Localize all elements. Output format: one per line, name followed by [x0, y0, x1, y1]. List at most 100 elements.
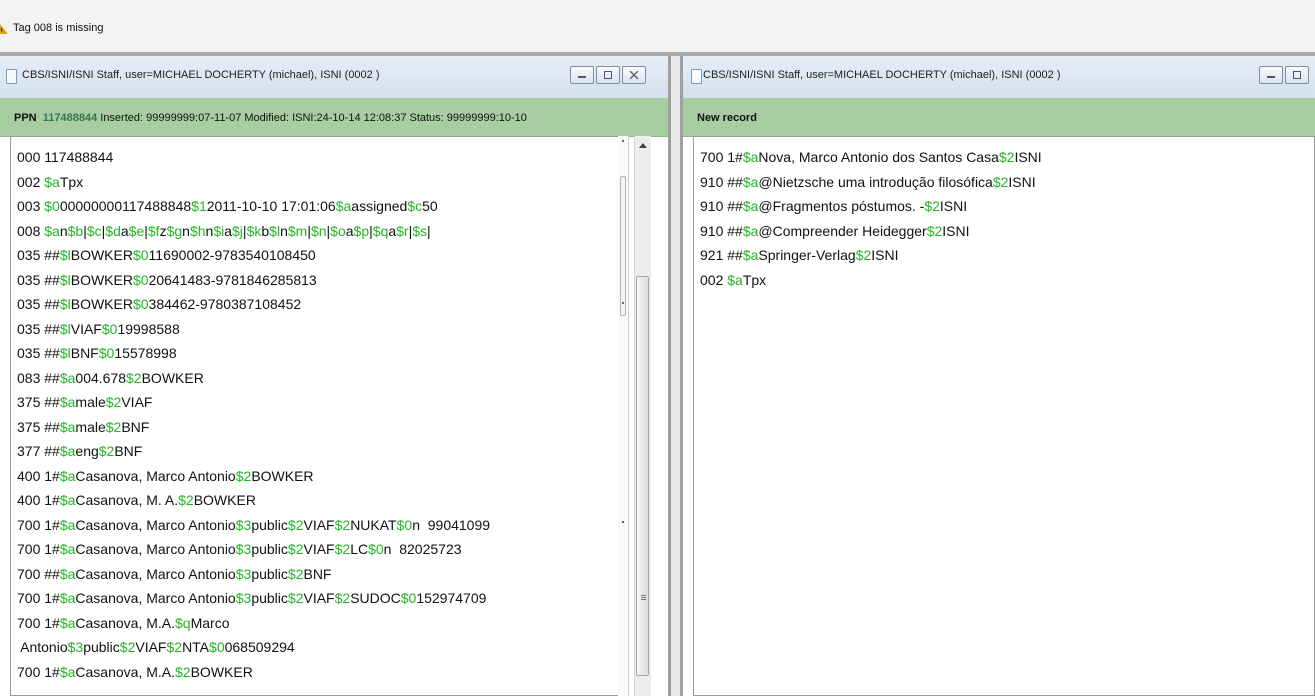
- right-titlebar[interactable]: CBS/ISNI/ISNI Staff, user=MICHAEL DOCHER…: [683, 56, 1315, 99]
- scroll-marker: [622, 521, 624, 523]
- record-line[interactable]: 377 ##$aeng$2BNF: [17, 439, 490, 464]
- record-line[interactable]: 700 1#$aNova, Marco Antonio dos Santos C…: [700, 145, 1042, 170]
- field-text: public: [251, 590, 288, 606]
- field-text: BOWKER: [70, 296, 133, 312]
- field-text: 400 1#: [17, 467, 60, 484]
- new-record-label: New record: [697, 112, 757, 124]
- field-text: public: [251, 541, 288, 557]
- subfield-code: $3: [235, 541, 252, 557]
- subfield-code: $2: [126, 369, 142, 386]
- record-line[interactable]: 035 ##$lBOWKER$0384462-9780387108452: [17, 292, 490, 317]
- subfield-code: $a: [742, 173, 759, 190]
- maximize-icon: [1293, 71, 1301, 79]
- record-line[interactable]: 035 ##$lBNF$015578998: [17, 341, 490, 366]
- subfield-code: $f: [147, 222, 160, 239]
- field-text: 700 1#: [17, 590, 60, 606]
- editor-scrollbar[interactable]: [618, 136, 629, 696]
- record-line[interactable]: 035 ##$lBOWKER$011690002-9783540108450: [17, 243, 490, 268]
- grip-icon: [641, 595, 646, 596]
- subfield-code: $2: [98, 443, 115, 459]
- record-line[interactable]: 400 1#$aCasanova, Marco Antonio$2BOWKER: [17, 464, 490, 489]
- field-text: VIAF: [121, 394, 153, 410]
- field-text: Casanova, Marco Antonio: [75, 541, 236, 557]
- field-text: 700 1#: [700, 149, 743, 165]
- field-text: @Fragmentos póstumos. -: [758, 198, 925, 214]
- subfield-code: $3: [235, 565, 252, 582]
- field-text: NUKAT: [350, 516, 397, 533]
- minimize-button[interactable]: [570, 66, 594, 84]
- minimize-button[interactable]: [1259, 66, 1283, 84]
- right-record-editor[interactable]: 700 1#$aNova, Marco Antonio dos Santos C…: [693, 136, 1315, 696]
- field-text: 400 1#: [17, 492, 60, 508]
- subfield-code: $a: [742, 222, 759, 239]
- subfield-code: $0: [368, 541, 384, 557]
- left-record-window: CBS/ISNI/ISNI Staff, user=MICHAEL DOCHER…: [0, 56, 671, 696]
- subfield-code: $a: [59, 663, 76, 680]
- subfield-code: $0: [132, 247, 149, 263]
- field-text: Springer-Verlag: [758, 247, 856, 263]
- subfield-code: $2: [334, 590, 351, 606]
- subfield-code: $l: [59, 247, 71, 263]
- record-line[interactable]: 035 ##$lBOWKER$020641483-9781846285813: [17, 268, 490, 293]
- scroll-thumb[interactable]: [636, 276, 649, 676]
- record-line[interactable]: 910 ##$a@Nietzsche uma introdução filosó…: [700, 170, 1042, 195]
- field-text: 377 ##: [17, 443, 60, 459]
- field-text: @Compreender Heidegger: [758, 222, 927, 239]
- left-record-editor[interactable]: 000 117488844 002 $aTpx 003 $0000000001174…: [10, 136, 628, 696]
- field-text: 50: [422, 198, 438, 214]
- record-line[interactable]: 910 ##$a@Fragmentos póstumos. -$2ISNI: [700, 194, 1042, 219]
- maximize-button[interactable]: [596, 66, 620, 84]
- minimize-icon: [578, 76, 586, 78]
- record-line[interactable]: 700 ##$aCasanova, Marco Antonio$3public$…: [17, 562, 490, 587]
- record-line[interactable]: 002 $aTpx: [17, 170, 490, 195]
- record-line[interactable]: 002 $aTpx: [700, 268, 1042, 293]
- field-text: z: [159, 222, 167, 239]
- record-line[interactable]: 910 ##$a@Compreender Heidegger$2ISNI: [700, 219, 1042, 244]
- close-button[interactable]: [622, 66, 646, 84]
- field-text: Casanova, M.A.: [75, 614, 176, 631]
- field-text: n: [280, 222, 288, 239]
- field-text: 035 ##: [17, 296, 60, 312]
- pane-splitter[interactable]: [671, 56, 680, 696]
- field-text: 375 ##: [17, 394, 60, 410]
- field-text: NTA: [182, 639, 210, 655]
- right-window-title: CBS/ISNI/ISNI Staff, user=MICHAEL DOCHER…: [703, 69, 1061, 81]
- record-line[interactable]: 083 ##$a004.678$2BOWKER: [17, 366, 490, 391]
- field-text: public: [83, 639, 120, 655]
- field-text: BOWKER: [70, 247, 133, 263]
- record-line[interactable]: 375 ##$amale$2VIAF: [17, 390, 490, 415]
- left-titlebar[interactable]: CBS/ISNI/ISNI Staff, user=MICHAEL DOCHER…: [0, 56, 668, 99]
- record-line[interactable]: 375 ##$amale$2BNF: [17, 415, 490, 440]
- subfield-code: $a: [59, 516, 76, 533]
- subfield-code: $3: [235, 516, 252, 533]
- record-line[interactable]: 700 1#$aCasanova, Marco Antonio$3public$…: [17, 586, 490, 611]
- field-text: Casanova, M.A.: [75, 663, 176, 680]
- record-line[interactable]: 008 $an$b|$c|$da$e|$fz$gn$hn$ia$j|$kb$ln…: [17, 219, 490, 244]
- record-line[interactable]: 921 ##$aSpringer-Verlag$2ISNI: [700, 243, 1042, 268]
- field-text: BOWKER: [251, 467, 314, 484]
- record-line[interactable]: Antonio$3public$2VIAF$2NTA$0068509294: [17, 635, 490, 660]
- record-line[interactable]: 700 1#$aCasanova, Marco Antonio$3public$…: [17, 537, 490, 562]
- field-text: male: [75, 394, 106, 410]
- record-line[interactable]: 700 1#$aCasanova, M.A.$qMarco: [17, 611, 490, 636]
- record-line[interactable]: 000 117488844: [17, 145, 490, 170]
- field-text: 921 ##: [700, 247, 743, 263]
- field-text: VIAF: [70, 320, 102, 337]
- field-text: ISNI: [871, 247, 899, 263]
- scroll-up-arrow-icon[interactable]: [639, 143, 647, 148]
- scroll-marker: [622, 140, 624, 142]
- field-text: 00000000117488848: [59, 198, 192, 214]
- subfield-code: $c: [86, 222, 102, 239]
- field-text: 152974709: [416, 590, 487, 606]
- record-line[interactable]: 035 ##$lVIAF$019998588: [17, 317, 490, 342]
- record-line[interactable]: 700 1#$aCasanova, M.A.$2BOWKER: [17, 660, 490, 685]
- left-vertical-scrollbar[interactable]: [634, 136, 651, 696]
- record-line[interactable]: 003 $000000000117488848$12011-10-10 17:0…: [17, 194, 490, 219]
- subfield-code: $2: [334, 541, 351, 557]
- record-line[interactable]: 700 1#$aCasanova, Marco Antonio$3public$…: [17, 513, 490, 538]
- maximize-button[interactable]: [1285, 66, 1309, 84]
- subfield-code: $p: [353, 222, 370, 239]
- left-record-lines: 000 117488844 002 $aTpx 003 $0000000001174…: [11, 137, 490, 684]
- record-line[interactable]: 400 1#$aCasanova, M. A.$2BOWKER: [17, 488, 490, 513]
- editor-scroll-thumb[interactable]: [620, 176, 626, 316]
